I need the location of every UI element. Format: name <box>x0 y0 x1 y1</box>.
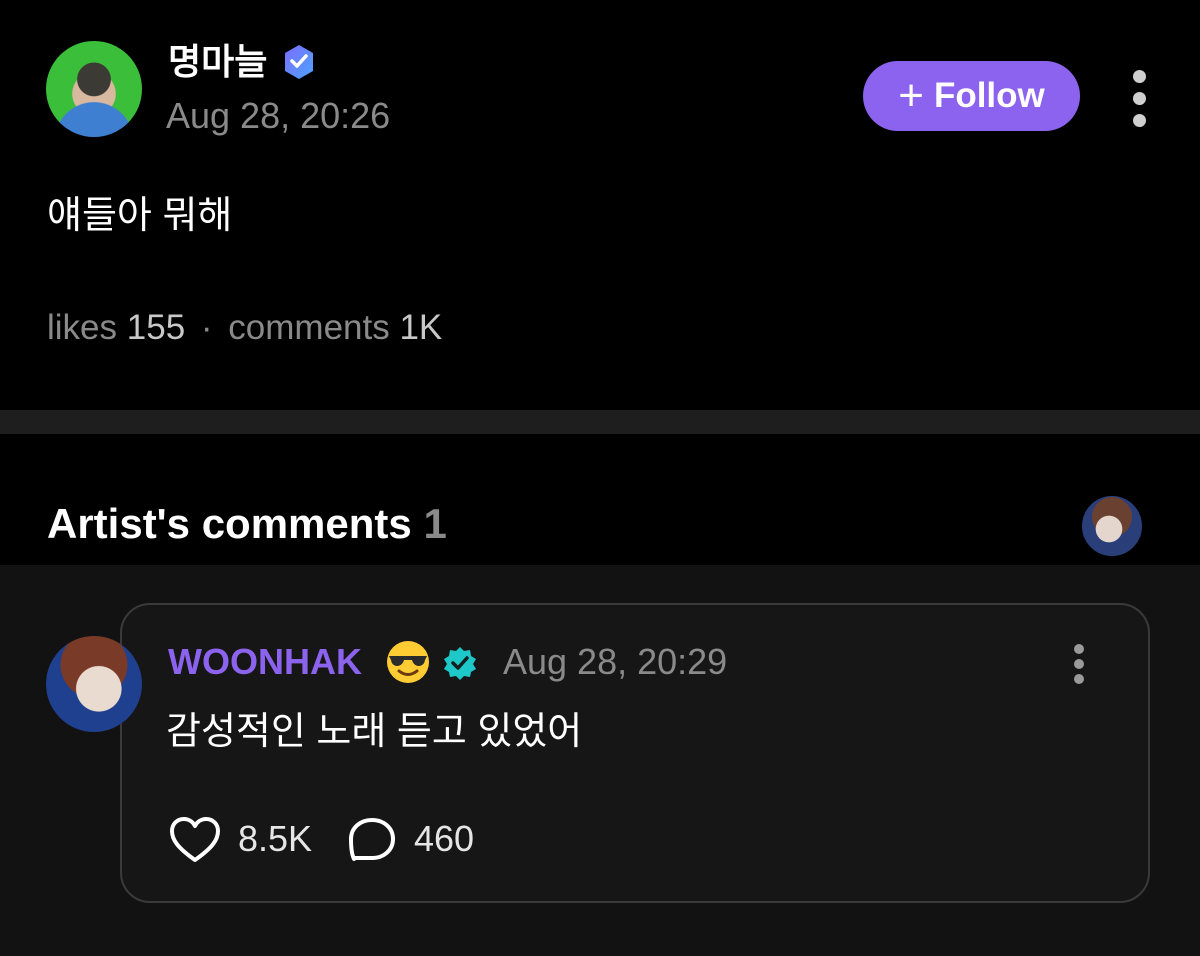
comment-like-count: 8.5K <box>238 818 313 859</box>
plus-icon: + <box>898 71 924 120</box>
sunglasses-emoji-icon <box>387 641 429 683</box>
post-stats: likes 155 · comments 1K <box>47 306 442 350</box>
section-divider <box>0 410 1200 434</box>
comments-label: comments <box>228 308 390 347</box>
commenter-name[interactable]: WOONHAK <box>168 640 362 684</box>
comments-count[interactable]: 1K <box>399 308 442 347</box>
artist-comments-label: Artist's comments <box>47 500 412 547</box>
author-avatar[interactable] <box>46 41 142 137</box>
commenter-avatar[interactable] <box>46 636 142 732</box>
post-body: 얘들아 뭐해 <box>47 195 233 237</box>
likes-count[interactable]: 155 <box>127 308 185 347</box>
comment-text: 감성적인 노래 듣고 있었어 <box>166 711 583 753</box>
comment-more-options-icon[interactable] <box>1068 644 1092 684</box>
comment-reply-count: 460 <box>414 818 475 859</box>
stats-separator: · <box>200 308 213 347</box>
verified-heart-badge-icon <box>285 45 313 79</box>
artist-avatar-thumbnail[interactable] <box>1080 494 1144 558</box>
verified-check-badge-icon <box>444 647 476 680</box>
speech-bubble-icon[interactable] <box>346 815 398 865</box>
follow-label: Follow <box>933 76 1045 115</box>
likes-label: likes <box>47 308 118 347</box>
post-timestamp: Aug 28, 20:26 <box>166 95 391 136</box>
artist-comments-count: 1 <box>423 500 447 547</box>
post-more-options-icon[interactable] <box>1126 68 1154 128</box>
author-name[interactable]: 명마늘 <box>168 40 267 84</box>
artist-comments-title: Artist's comments 1 <box>47 498 447 550</box>
follow-button[interactable]: + Follow <box>863 61 1080 131</box>
comment-timestamp: Aug 28, 20:29 <box>503 641 728 682</box>
heart-icon[interactable] <box>168 815 222 865</box>
